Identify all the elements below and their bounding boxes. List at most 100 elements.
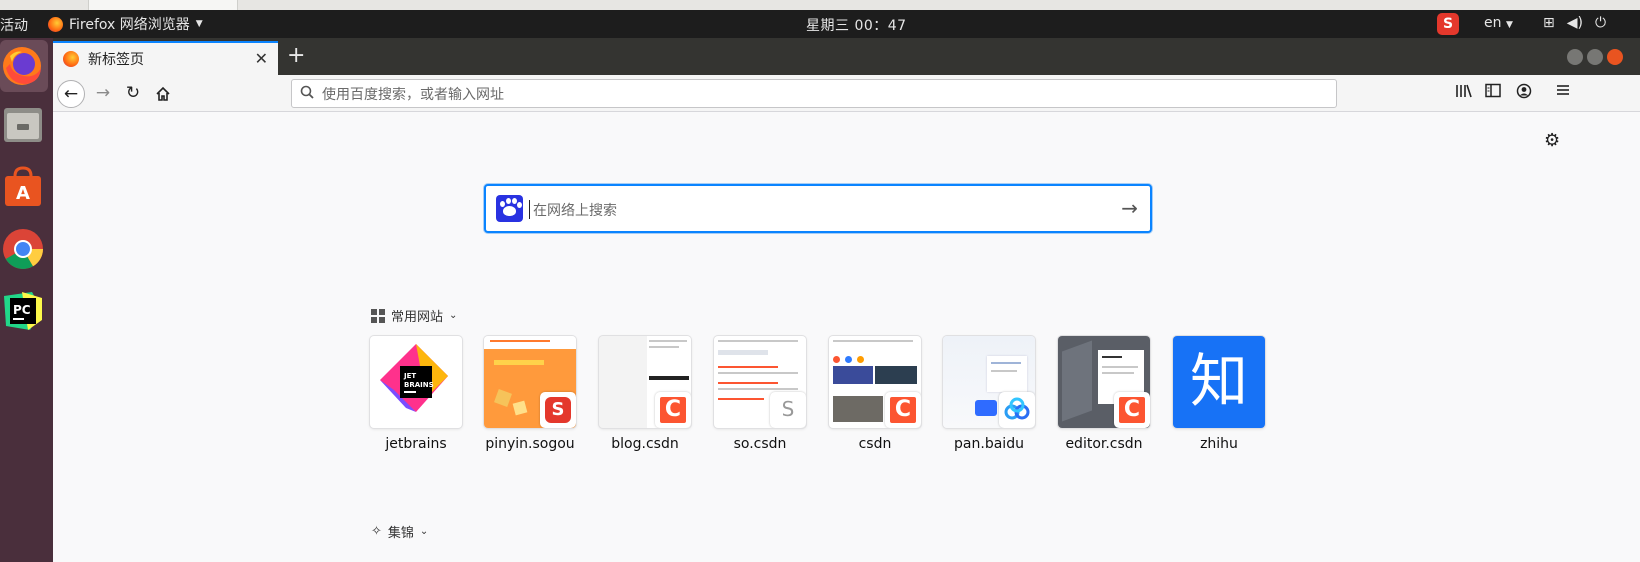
power-icon: ⏻ [1594, 15, 1607, 31]
text-caret [529, 200, 530, 219]
reload-button[interactable]: ↻ [119, 80, 147, 108]
back-arrow-icon: ← [63, 84, 79, 104]
thumb-decoration [494, 389, 512, 407]
home-button[interactable] [149, 80, 177, 108]
thumb-icons [833, 348, 873, 363]
reload-icon: ↻ [125, 83, 141, 103]
window-controls [1567, 49, 1623, 65]
url-bar-placeholder: 使用百度搜索，或者输入网址 [322, 86, 504, 103]
tab-bar: 新标签页 ✕ + [53, 38, 1640, 75]
top-site-tile[interactable]: S pinyin.sogou [484, 336, 576, 452]
svg-text:JET: JET [403, 372, 416, 380]
home-icon [156, 86, 170, 101]
web-search-box[interactable]: 在网络上搜索 → [484, 184, 1152, 233]
library-icon[interactable] [1455, 83, 1473, 103]
grid-icon [371, 308, 385, 323]
system-tray[interactable]: ⊞ ◀) ⏻ [1543, 15, 1606, 31]
background-window-tab [88, 0, 238, 10]
account-icon[interactable] [1516, 83, 1532, 103]
sogou-ime-icon[interactable]: S [1437, 13, 1459, 35]
thumb-line [718, 382, 778, 384]
thumb-line [718, 398, 764, 400]
top-site-tile[interactable]: C editor.csdn [1058, 336, 1150, 452]
tile-label: csdn [858, 436, 892, 452]
tile-thumbnail: C [1058, 336, 1150, 428]
volume-icon: ◀) [1566, 15, 1583, 31]
thumb-decoration [512, 400, 528, 416]
close-window-button[interactable] [1607, 49, 1623, 65]
top-site-tile[interactable]: C blog.csdn [599, 336, 691, 452]
csdn-badge: C [1114, 392, 1150, 428]
back-button[interactable]: ← [57, 80, 85, 108]
tile-label: editor.csdn [1065, 436, 1143, 452]
highlights-header[interactable]: ✧ 集锦 ⌄ [371, 522, 428, 541]
chevron-down-icon: ⌄ [449, 310, 458, 321]
dock-software[interactable]: A [2, 166, 44, 208]
firefox-window: 新标签页 ✕ + ← → ↻ 使用百度搜索，或者输入网址 ⚙ 在网络上搜索 → … [53, 38, 1640, 562]
forward-arrow-icon: → [95, 83, 111, 103]
firefox-favicon-icon [63, 51, 79, 67]
thumb-line [991, 370, 1017, 372]
dock-pycharm[interactable]: PC [2, 290, 44, 332]
keyboard-layout-menu[interactable]: en ▼ [1484, 15, 1513, 31]
thumb-line [991, 362, 1021, 364]
sidebar-icon[interactable] [1485, 83, 1501, 102]
tile-thumbnail: C [599, 336, 691, 428]
thumb-line [1102, 366, 1138, 368]
top-sites-header[interactable]: 常用网站 ⌄ [371, 306, 457, 325]
sparkle-icon: ✧ [371, 524, 382, 539]
svg-text:BRAINS: BRAINS [404, 381, 434, 389]
thumb-line [649, 376, 689, 380]
baidu-pan-badge [999, 392, 1035, 428]
chevron-down-icon: ▼ [1505, 20, 1513, 30]
thumb-line [718, 340, 798, 342]
tile-label: jetbrains [385, 436, 447, 452]
thumb-banner [833, 366, 873, 384]
app-menu-label: Firefox 网络浏览器 [69, 17, 190, 33]
close-tab-icon[interactable]: ✕ [255, 49, 268, 68]
new-tab-button[interactable]: + [287, 45, 305, 67]
svg-text:A: A [16, 183, 30, 204]
lang-label: en [1484, 15, 1502, 31]
csdn-logo-icon: C [1119, 397, 1145, 423]
thumb-banner [875, 366, 917, 384]
menu-icon[interactable] [1556, 83, 1570, 101]
top-site-tile[interactable]: 知 zhihu [1173, 336, 1265, 452]
tab-new-tab[interactable]: 新标签页 ✕ [53, 41, 278, 75]
url-bar[interactable]: 使用百度搜索，或者输入网址 [291, 79, 1337, 108]
thumb-line [494, 360, 544, 365]
csdn-badge: C [885, 392, 921, 428]
top-site-tile[interactable]: pan.baidu [943, 336, 1035, 452]
search-submit-arrow-icon[interactable]: → [1121, 196, 1138, 220]
chevron-down-icon: ▼ [195, 19, 203, 29]
baidu-paw-icon [496, 195, 523, 222]
svg-text:PC: PC [13, 303, 31, 317]
thumb-line [1102, 356, 1122, 358]
dock-files[interactable] [2, 104, 44, 146]
tile-thumbnail: 知 [1173, 336, 1265, 428]
thumb-line [649, 340, 687, 342]
tile-label: pinyin.sogou [485, 436, 575, 452]
top-site-tile[interactable]: C csdn [829, 336, 921, 452]
top-site-tile[interactable]: JET BRAINS jetbrains [370, 336, 462, 452]
tile-label: blog.csdn [611, 436, 679, 452]
forward-button[interactable]: → [89, 80, 117, 108]
thumb-decoration [1062, 340, 1092, 422]
files-icon [4, 108, 42, 142]
app-menu[interactable]: Firefox 网络浏览器 ▼ [48, 14, 203, 34]
gear-icon[interactable]: ⚙ [1544, 130, 1560, 151]
top-site-tile[interactable]: S so.csdn [714, 336, 806, 452]
dock-chrome[interactable] [2, 228, 44, 270]
csdn-badge: C [655, 392, 691, 428]
clock[interactable]: 星期三 00：47 [806, 15, 907, 35]
so-csdn-badge: S [770, 392, 806, 428]
tile-thumbnail: S [714, 336, 806, 428]
jetbrains-logo-icon: JET BRAINS [380, 344, 448, 412]
gnome-top-bar: 活动 Firefox 网络浏览器 ▼ 星期三 00：47 S en ▼ ⊞ ◀)… [0, 10, 1640, 38]
maximize-window-button[interactable] [1587, 49, 1603, 65]
dock-firefox[interactable] [0, 40, 48, 92]
thumb-button [975, 400, 997, 416]
csdn-logo-icon: C [890, 397, 916, 423]
minimize-window-button[interactable] [1567, 49, 1583, 65]
activities-button[interactable]: 活动 [0, 15, 28, 35]
